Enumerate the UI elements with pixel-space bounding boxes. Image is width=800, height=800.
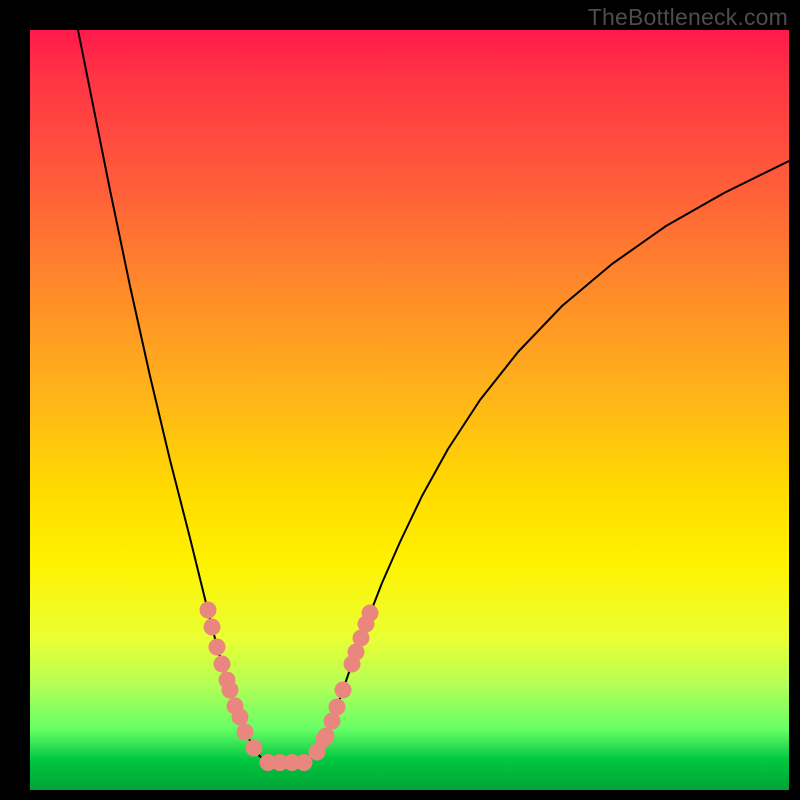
data-dot [227, 698, 244, 715]
data-dot [335, 682, 352, 699]
data-dot [344, 656, 361, 673]
data-dot [358, 616, 375, 633]
data-dot [324, 713, 341, 730]
data-dot [348, 644, 365, 661]
data-dot [316, 731, 333, 748]
data-dot [219, 672, 236, 689]
data-dot [362, 605, 379, 622]
data-dot [222, 682, 239, 699]
data-dot [209, 639, 226, 656]
data-dot [260, 754, 277, 771]
data-dot [232, 709, 249, 726]
curve-right [304, 161, 789, 763]
data-dot [204, 619, 221, 636]
data-dot [200, 602, 217, 619]
chart-svg [30, 30, 789, 790]
data-dot [237, 724, 254, 741]
data-dot [329, 699, 346, 716]
data-dot [309, 744, 326, 761]
data-dot [318, 728, 335, 745]
chart-frame: TheBottleneck.com [0, 0, 800, 800]
curve-left [78, 30, 270, 763]
data-dot [246, 740, 263, 757]
data-dots [200, 602, 379, 772]
data-dot [353, 630, 370, 647]
data-dot [214, 656, 231, 673]
attribution-label: TheBottleneck.com [588, 4, 788, 31]
plot-area [30, 30, 789, 790]
data-dot [296, 754, 313, 771]
data-dot [272, 754, 289, 771]
data-dot [284, 754, 301, 771]
